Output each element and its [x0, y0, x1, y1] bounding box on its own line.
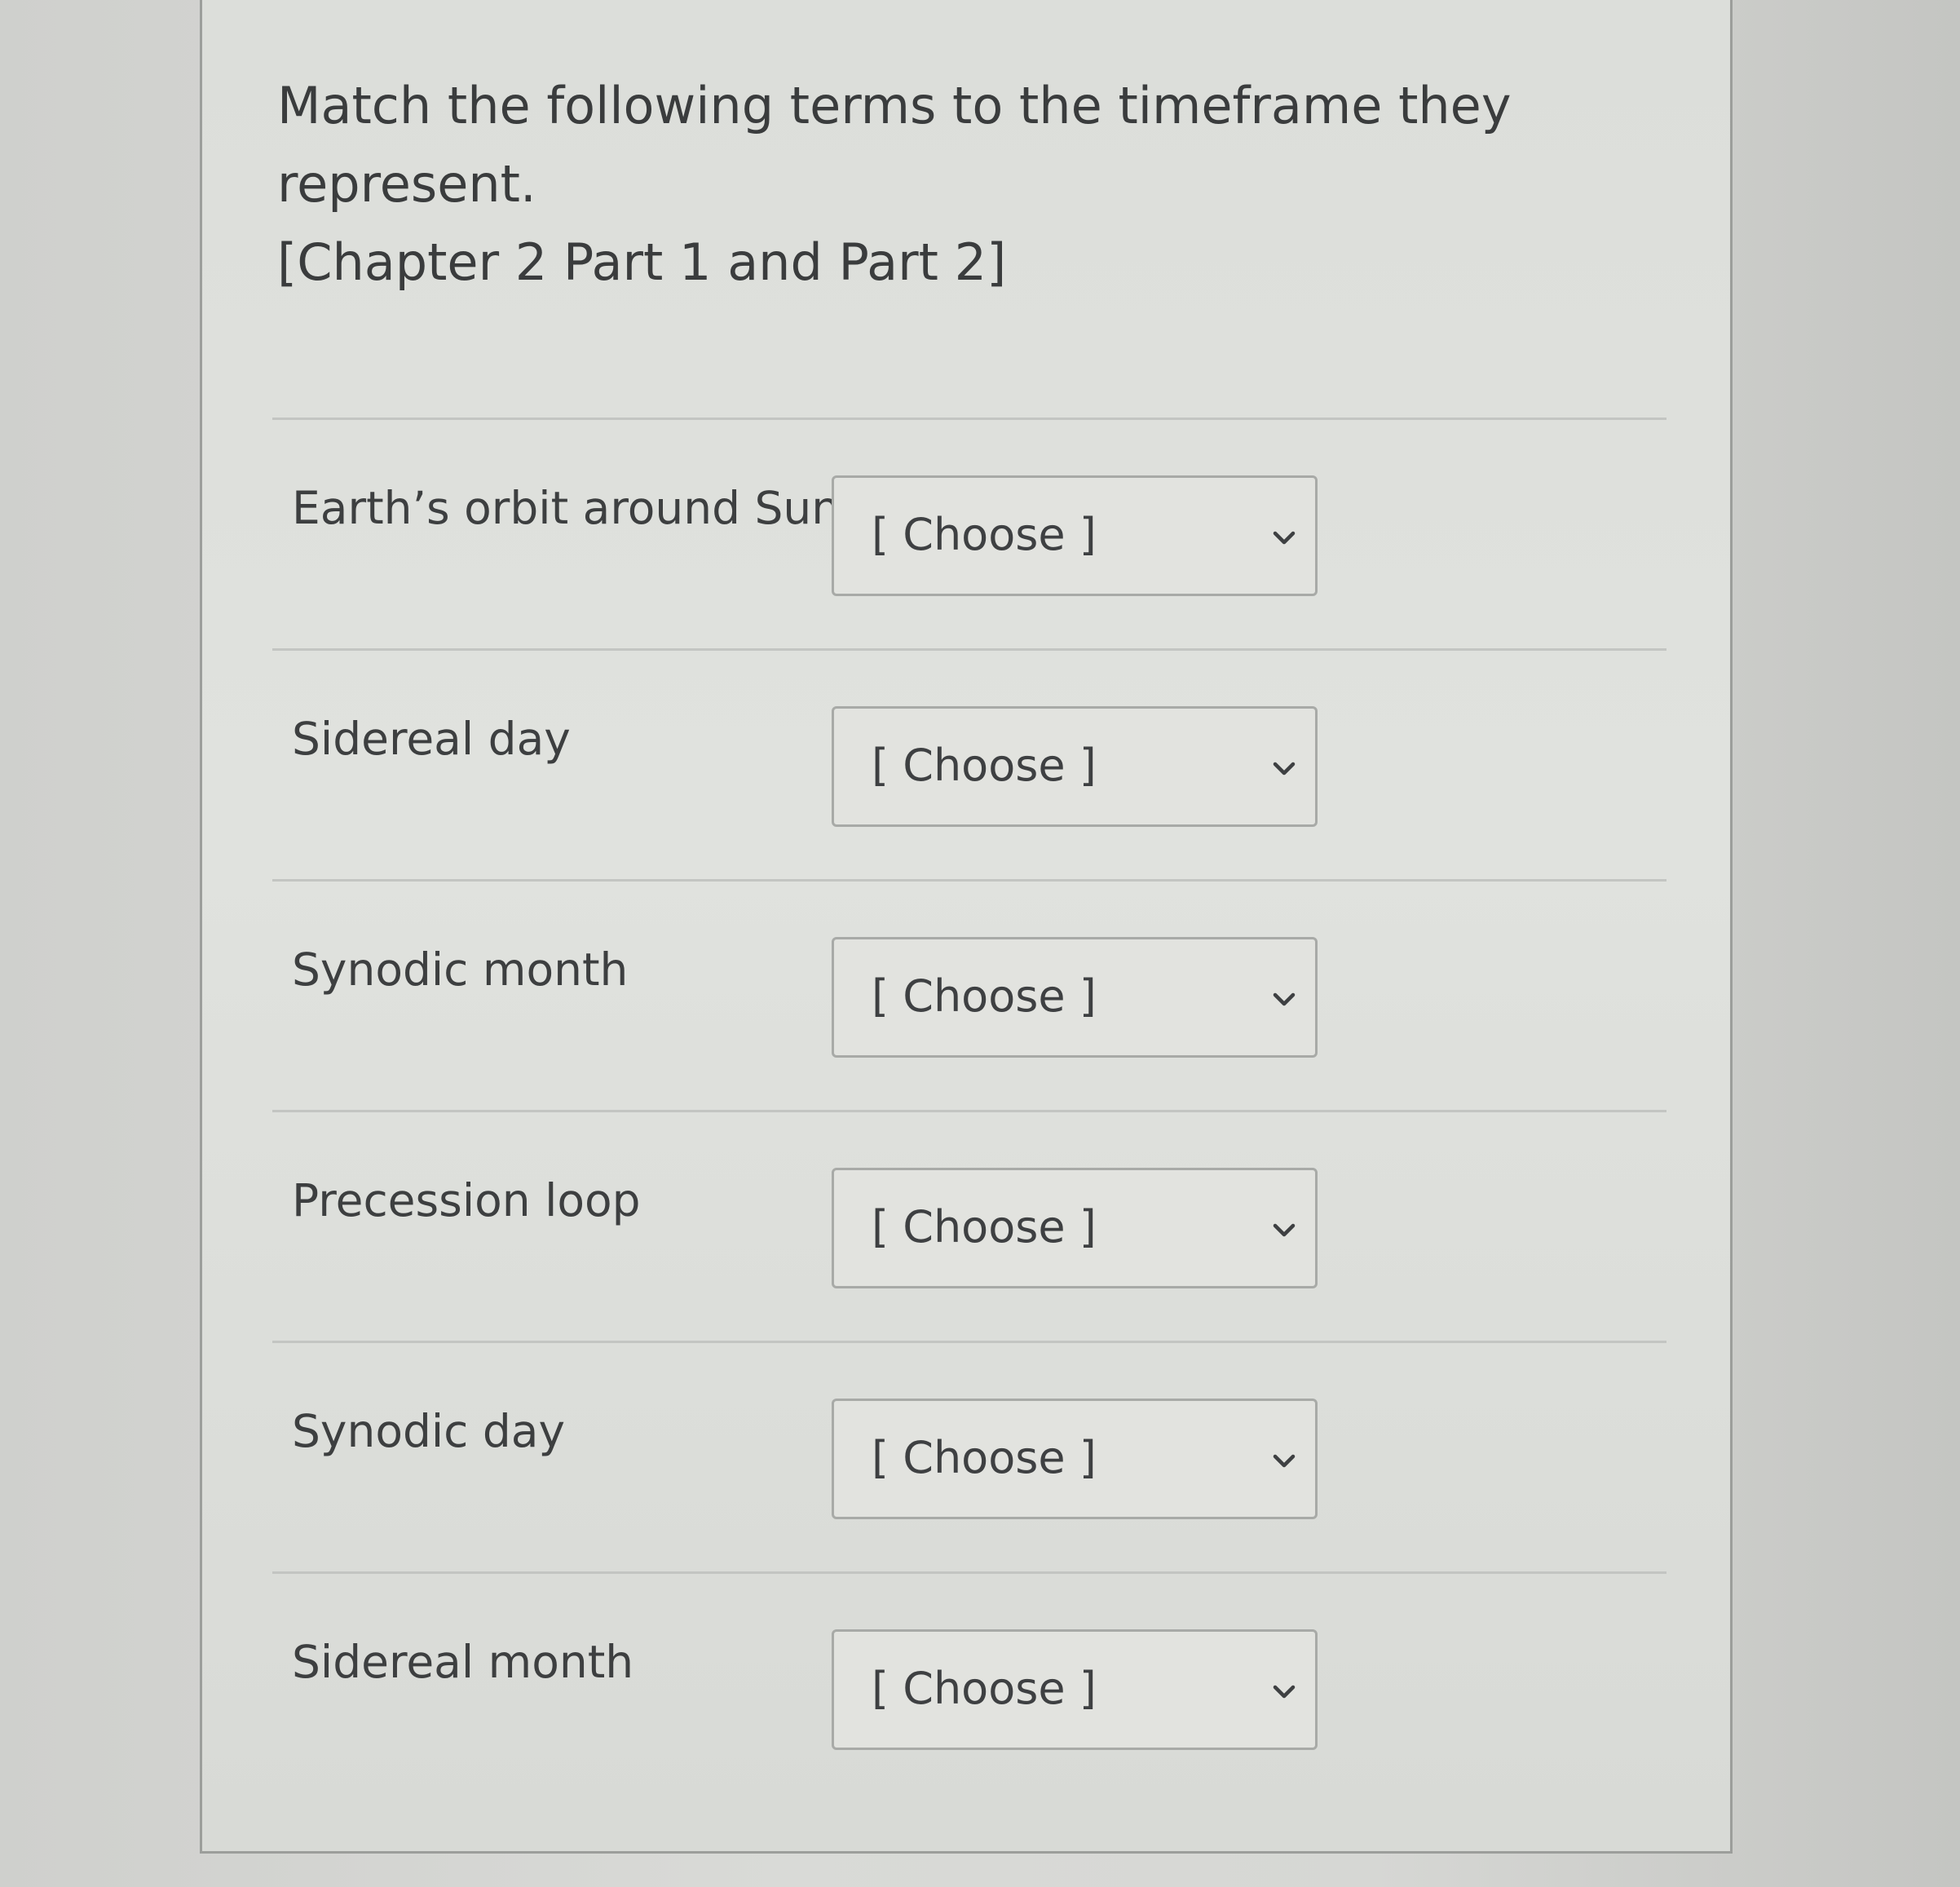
- answer-dropdown[interactable]: [ Choose ]: [832, 706, 1318, 827]
- dropdown-selected-value: [ Choose ]: [872, 740, 1097, 791]
- chevron-down-icon: [1273, 762, 1296, 776]
- question-chapter-reference: [Chapter 2 Part 1 and Part 2]: [277, 232, 1007, 292]
- question-text: Match the following terms to the timefra…: [277, 67, 1680, 302]
- term-label: Earth’s orbit around Sun: [292, 482, 841, 534]
- matching-list: Earth’s orbit around Sun [ Choose ] Side…: [272, 418, 1666, 1770]
- match-row-synodic-month: Synodic month [ Choose ]: [272, 882, 1666, 1112]
- term-label: Precession loop: [292, 1174, 641, 1226]
- dropdown-selected-value: [ Choose ]: [872, 1201, 1097, 1253]
- dropdown-selected-value: [ Choose ]: [872, 1663, 1097, 1714]
- match-row-earth-orbit: Earth’s orbit around Sun [ Choose ]: [272, 420, 1666, 651]
- term-label: Synodic day: [292, 1405, 566, 1457]
- match-row-sidereal-day: Sidereal day [ Choose ]: [272, 651, 1666, 882]
- dropdown-selected-value: [ Choose ]: [872, 509, 1097, 560]
- term-label: Sidereal day: [292, 713, 571, 765]
- answer-dropdown[interactable]: [ Choose ]: [832, 1399, 1318, 1519]
- chevron-down-icon: [1273, 992, 1296, 1006]
- match-row-precession-loop: Precession loop [ Choose ]: [272, 1112, 1666, 1343]
- match-row-synodic-day: Synodic day [ Choose ]: [272, 1343, 1666, 1574]
- chevron-down-icon: [1273, 1223, 1296, 1237]
- answer-dropdown[interactable]: [ Choose ]: [832, 475, 1318, 596]
- dropdown-selected-value: [ Choose ]: [872, 970, 1097, 1022]
- term-label: Synodic month: [292, 944, 629, 996]
- chevron-down-icon: [1273, 1685, 1296, 1699]
- answer-dropdown[interactable]: [ Choose ]: [832, 1168, 1318, 1288]
- dropdown-selected-value: [ Choose ]: [872, 1432, 1097, 1483]
- chevron-down-icon: [1273, 531, 1296, 545]
- chevron-down-icon: [1273, 1454, 1296, 1468]
- answer-dropdown[interactable]: [ Choose ]: [832, 937, 1318, 1058]
- term-label: Sidereal month: [292, 1636, 634, 1688]
- question-prompt: Match the following terms to the timefra…: [277, 76, 1512, 214]
- match-row-sidereal-month: Sidereal month [ Choose ]: [272, 1574, 1666, 1802]
- answer-dropdown[interactable]: [ Choose ]: [832, 1629, 1318, 1750]
